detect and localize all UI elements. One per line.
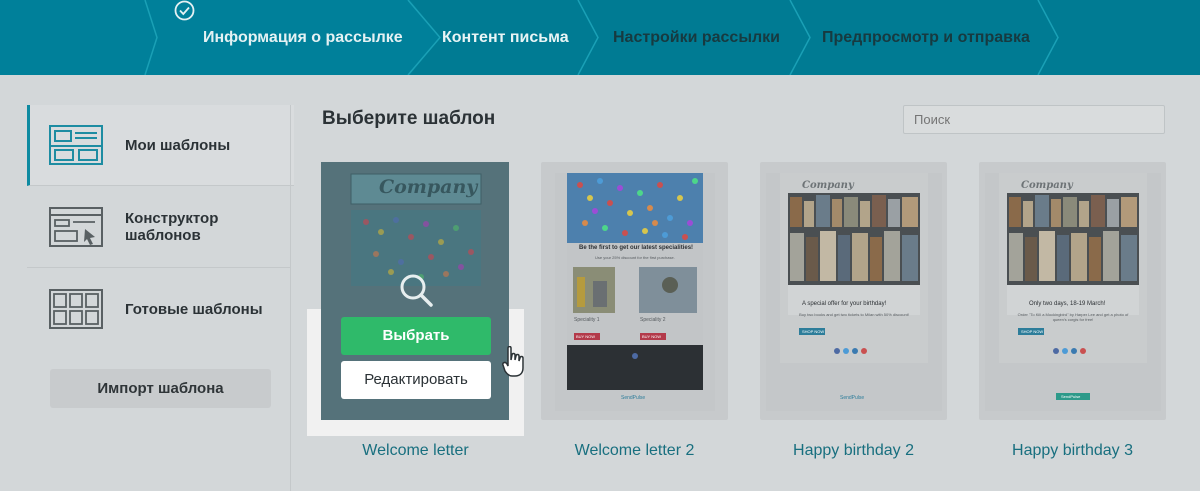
step-preview[interactable]: Предпросмотр и отправка — [822, 0, 1030, 75]
constructor-icon — [49, 207, 103, 247]
template-name-link[interactable]: Welcome letter 2 — [541, 442, 728, 460]
thumb-headline: A special offer for your birthday! — [802, 301, 887, 307]
thumb-brand: SendPulse — [621, 395, 646, 401]
thumb-buy-button: BUY NOW — [576, 334, 596, 339]
template-name-link[interactable]: Welcome letter — [322, 442, 509, 460]
check-circle-icon — [174, 0, 195, 48]
thumb-logo: Company — [379, 176, 478, 198]
sidebar-divider — [290, 105, 291, 491]
thumb-headline: Be the first to get our latest specialit… — [579, 245, 694, 251]
sidebar: Мои шаблоны Конструктор шаблонов Готовые… — [27, 105, 294, 491]
zoom-icon[interactable] — [398, 272, 434, 308]
step-info[interactable]: Информация о рассылке — [174, 0, 403, 75]
search-input[interactable] — [903, 105, 1165, 134]
thumb-shop-button: SHOP NOW — [802, 329, 825, 334]
thumb-subtext: Use your 25% discount for the first purc… — [595, 255, 675, 260]
import-template-button[interactable]: Импорт шаблона — [50, 369, 271, 408]
thumb-spec2: Speciality 2 — [640, 317, 666, 323]
template-card[interactable]: Company A special offer for your birthda… — [760, 162, 947, 420]
thumb-logo: Company — [802, 180, 854, 191]
thumb-brand: SendPulse — [1061, 394, 1081, 399]
wizard-bar: Информация о рассылке Контент письма Нас… — [0, 0, 1200, 75]
sidebar-item-label: Мои шаблоны — [125, 136, 231, 154]
thumb-headline: Only two days, 18-19 March! — [1029, 301, 1106, 307]
step-content[interactable]: Контент письма — [442, 0, 569, 75]
hand-cursor-icon — [502, 346, 524, 377]
template-card[interactable]: Company Only two days, 18-19 March! Orde… — [979, 162, 1166, 420]
template-card[interactable]: Be the first to get our latest specialit… — [541, 162, 728, 420]
step-settings[interactable]: Настройки рассылки — [613, 0, 780, 75]
grid-icon — [49, 289, 103, 329]
step-info-label: Информация о рассылке — [203, 29, 403, 46]
template-thumbnail: Company Only two days, 18-19 March! Orde… — [985, 173, 1161, 411]
sidebar-item-label: Конструктор шаблонов — [125, 210, 219, 244]
thumb-spec1: Speciality 1 — [574, 317, 600, 323]
template-thumbnail: Be the first to get our latest specialit… — [555, 173, 715, 411]
sidebar-item-constructor[interactable]: Конструктор шаблонов — [27, 187, 291, 268]
sidebar-item-label: Готовые шаблоны — [125, 300, 263, 318]
edit-template-button[interactable]: Редактировать — [341, 361, 491, 399]
template-thumbnail: Company A special offer for your birthda… — [766, 173, 942, 411]
select-template-button[interactable]: Выбрать — [341, 317, 491, 355]
thumb-text: Buy two books and get two tickets to Mil… — [799, 312, 909, 317]
layout-icon — [49, 125, 103, 165]
template-name-link[interactable]: Happy birthday 3 — [979, 442, 1166, 460]
template-name-link[interactable]: Happy birthday 2 — [760, 442, 947, 460]
thumb-buy-button: BUY NOW — [642, 334, 662, 339]
thumb-brand: SendPulse — [840, 395, 865, 401]
sidebar-item-my-templates[interactable]: Мои шаблоны — [27, 105, 294, 186]
thumb-shop-button: SHOP NOW — [1021, 329, 1044, 334]
sidebar-item-ready-templates[interactable]: Готовые шаблоны — [27, 269, 291, 349]
page-title: Выберите шаблон — [322, 108, 496, 129]
thumb-text: Order "To Kill a Mockingbird" by Harper … — [1017, 312, 1129, 322]
thumb-logo: Company — [1021, 180, 1073, 191]
